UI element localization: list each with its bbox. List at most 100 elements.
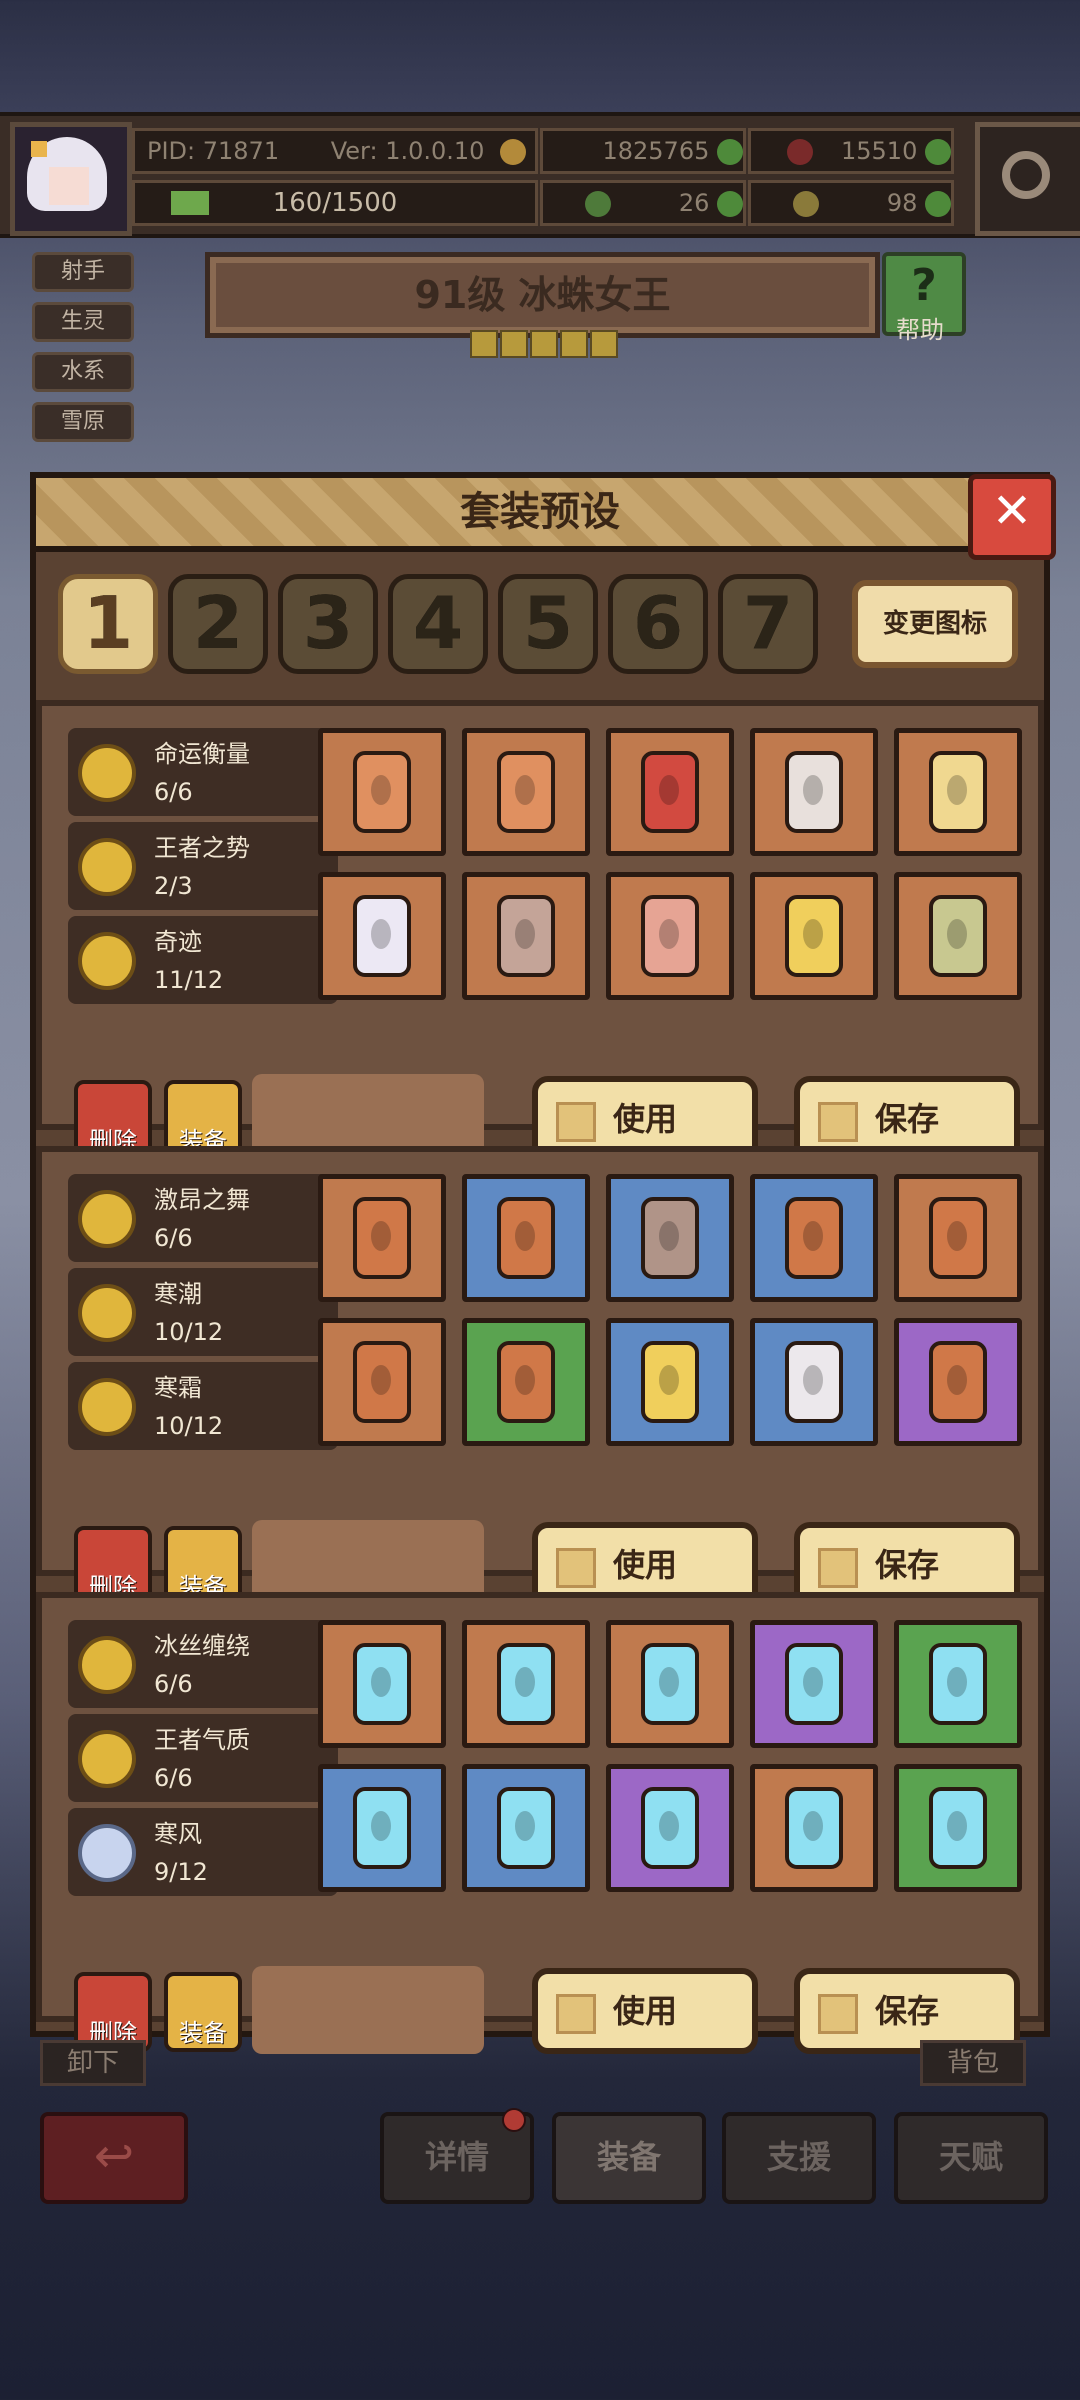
hero-title: 91级 冰蛛女王 (205, 252, 880, 338)
set-medal-icon (78, 1284, 136, 1342)
set-count: 6/6 (154, 778, 193, 806)
coin-icon (500, 139, 527, 165)
equipment-card[interactable] (894, 728, 1022, 856)
pid-version-box: PID: 71871 Ver: 1.0.0.10 (132, 128, 538, 174)
close-button[interactable]: ✕ (968, 474, 1056, 560)
nav-support[interactable]: 支援 (722, 2112, 876, 2204)
equipment-card[interactable] (606, 1620, 734, 1748)
tag-snowfield: 雪原 (32, 402, 134, 442)
tab-1[interactable]: 1 (58, 574, 158, 674)
energy-bar: 160/1500 (132, 180, 538, 226)
equipment-card[interactable] (318, 728, 446, 856)
equipment-card[interactable] (462, 1174, 590, 1302)
player-avatar[interactable] (10, 122, 132, 236)
equipment-card[interactable] (894, 1620, 1022, 1748)
pid-label: PID: 71871 (147, 137, 280, 165)
equipment-card[interactable] (318, 872, 446, 1000)
change-icon-button[interactable]: 变更图标 (852, 580, 1018, 668)
equipment-card[interactable] (750, 728, 878, 856)
equipment-card[interactable] (462, 872, 590, 1000)
set-row: 寒潮 10/12 (68, 1268, 338, 1356)
equipment-card[interactable] (750, 1318, 878, 1446)
add-gems-icon[interactable] (925, 139, 951, 165)
save-label: 保存 (874, 1546, 939, 1584)
help-label: 帮助 (896, 316, 944, 344)
gear-icon (1002, 151, 1050, 199)
equipment-card[interactable] (606, 872, 734, 1000)
set-row: 王者之势 2/3 (68, 822, 338, 910)
set-medal-icon (78, 1824, 136, 1882)
question-icon: ? (911, 260, 937, 311)
tab-6[interactable]: 6 (608, 574, 708, 674)
set-count: 11/12 (154, 966, 224, 994)
set-count: 10/12 (154, 1318, 224, 1346)
add-gold-icon[interactable] (717, 139, 743, 165)
equipment-card[interactable] (462, 1318, 590, 1446)
equipment-card[interactable] (318, 1174, 446, 1302)
set-name: 寒潮 (154, 1280, 202, 1308)
set-row: 冰丝缠绕 6/6 (68, 1620, 338, 1708)
unload-button[interactable]: 卸下 (40, 2040, 146, 2086)
use-label: 使用 (612, 1100, 677, 1138)
equipment-card[interactable] (462, 1764, 590, 1892)
set-medal-icon (78, 932, 136, 990)
equipment-card[interactable] (750, 872, 878, 1000)
action-bar (252, 1966, 484, 2054)
check-icon (556, 1102, 596, 1142)
equipment-card[interactable] (750, 1764, 878, 1892)
ruby-icon (787, 139, 814, 165)
equipment-card[interactable] (750, 1174, 878, 1302)
equipment-card[interactable] (606, 1174, 734, 1302)
save-label: 保存 (874, 1992, 939, 2030)
equipment-card[interactable] (606, 1318, 734, 1446)
nav-talent[interactable]: 天赋 (894, 2112, 1048, 2204)
set-medal-icon (78, 1378, 136, 1436)
equip-button[interactable]: 装备 (164, 1972, 242, 2052)
equipment-card[interactable] (894, 1764, 1022, 1892)
add-clover-icon[interactable] (717, 191, 743, 217)
settings-button[interactable] (975, 122, 1080, 236)
tag-archer: 射手 (32, 252, 134, 292)
star-rating (470, 330, 620, 362)
tab-7[interactable]: 7 (718, 574, 818, 674)
item-value: 98 (886, 189, 918, 217)
equipment-card[interactable] (894, 1174, 1022, 1302)
tab-2[interactable]: 2 (168, 574, 268, 674)
nav-equipment[interactable]: 装备 (552, 2112, 706, 2204)
set-medal-icon (78, 838, 136, 896)
back-button[interactable]: ↩ (40, 2112, 188, 2204)
set-name: 王者之势 (154, 834, 250, 862)
gold-box: 1825765 (540, 128, 746, 174)
equipment-card[interactable] (750, 1620, 878, 1748)
notification-dot (502, 2108, 526, 2132)
equipment-card[interactable] (462, 1620, 590, 1748)
set-count: 6/6 (154, 1224, 193, 1252)
set-row: 寒风 9/12 (68, 1808, 338, 1896)
equipment-card[interactable] (606, 1764, 734, 1892)
equipment-card[interactable] (462, 728, 590, 856)
set-count: 9/12 (154, 1858, 208, 1886)
preset-tabs: 1 2 3 4 5 6 7 变更图标 (44, 560, 1036, 680)
tab-5[interactable]: 5 (498, 574, 598, 674)
clover-icon (585, 191, 612, 217)
gems-box: 15510 (748, 128, 954, 174)
clover-box: 26 (540, 180, 746, 226)
equipment-card[interactable] (318, 1318, 446, 1446)
item-icon (793, 191, 820, 217)
gold-value: 1825765 (602, 137, 710, 165)
equipment-card[interactable] (318, 1764, 446, 1892)
equipment-card[interactable] (894, 1318, 1022, 1446)
energy-value: 160/1500 (272, 188, 398, 218)
use-label: 使用 (612, 1546, 677, 1584)
add-item-icon[interactable] (925, 191, 951, 217)
tab-3[interactable]: 3 (278, 574, 378, 674)
version-label: Ver: 1.0.0.10 (330, 137, 485, 165)
set-row: 王者气质 6/6 (68, 1714, 338, 1802)
tab-4[interactable]: 4 (388, 574, 488, 674)
use-button[interactable]: 使用 (532, 1968, 758, 2054)
bag-button[interactable]: 背包 (920, 2040, 1026, 2086)
equipment-card[interactable] (318, 1620, 446, 1748)
set-name: 王者气质 (154, 1726, 250, 1754)
equipment-card[interactable] (606, 728, 734, 856)
equipment-card[interactable] (894, 872, 1022, 1000)
